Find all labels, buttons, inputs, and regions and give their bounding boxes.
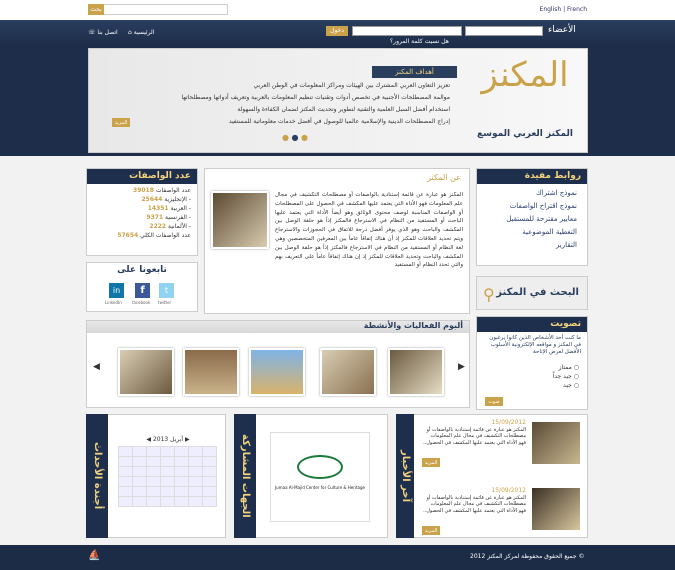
password-input[interactable] [352,26,462,36]
stats-title: عدد الواصفات [87,169,197,184]
gallery-thumb[interactable] [118,348,174,396]
stat-row: - الفرنسية 9371 [146,214,191,221]
site-search-button[interactable]: بحث [88,4,104,15]
slider-dots[interactable]: ● ● ● [282,133,308,142]
home-icon: ⌂ [128,29,132,36]
logo-subtitle: المكنز العربي الموسع [476,129,574,139]
poll-vote-button[interactable]: صوت [485,397,503,406]
gallery-thumb[interactable] [388,348,444,396]
calendar-header: ◀ أبريل 2013 ▶ [146,436,190,443]
goal-item: تعزيز التعاون العربي المشترك بين الهيئات… [253,82,451,89]
linkedin-label: LinkedIn [105,300,122,305]
goal-item: إدراج المصطلحات الدينية والإسلامية عالمي… [228,118,450,125]
twitter-icon[interactable]: t [159,283,174,298]
linkedin-icon[interactable]: in [109,283,124,298]
news-image[interactable] [532,488,580,530]
links-title: روابط مفيدة [477,169,587,184]
about-text: المكنز هو عبارة عن قائمة إستنادية بالواص… [275,192,463,269]
lang-french[interactable]: French [567,6,587,13]
about-book-image [211,191,269,249]
poll-title: تصويت [477,317,587,332]
gallery-prev-arrow[interactable]: ◀ [93,362,100,372]
poll-option[interactable]: ○ ممتاز [485,363,579,372]
about-panel: عن المكنز المكنز هو عبارة عن قائمة إستنا… [204,168,470,314]
about-title: عن المكنز [427,173,461,182]
stat-row: عدد الواصفات 39018 [133,187,191,194]
thesaurus-search-title: البحث في المكنز [496,287,579,298]
calendar-grid[interactable] [118,446,217,507]
gallery-title: ألبوم الفعاليات والأنشطة [87,321,469,333]
nav-home[interactable]: ⌂ الرئيسية [128,29,154,36]
link-item[interactable]: التغطية الموضوعية [477,226,577,239]
goals-title: أهداف المكنز [372,66,457,78]
footer-logo-icon: ⛵ [88,550,101,561]
stat-row: - الألمانية 2222 [149,223,191,230]
partners-title: الجهات المشاركة [234,414,256,538]
news-title: آخر الأخبار [396,414,414,538]
login-button[interactable]: دخول [326,26,348,36]
news-more-button[interactable]: المزيد [422,458,440,467]
partner-name: Jumaa Al-Majid Center for Culture & Heri… [275,485,365,490]
link-item[interactable]: معايير مقترحة للمستقبل [477,213,577,226]
search-icon: ⚲ [483,285,495,304]
copyright: جميع الحقوق محفوظة لمركز المكنز 2012 © [470,553,585,560]
cal-prev[interactable]: ◀ [146,436,151,443]
poll-option[interactable]: ○ جيد [485,381,579,390]
link-item[interactable]: نموذج اقتراح الواصفات [477,200,577,213]
language-links: English | French [539,6,587,13]
stat-row: - العربية 14351 [147,205,191,212]
forgot-password-link[interactable]: هل نسيت كلمة المرور؟ [390,38,449,45]
site-search-input[interactable] [88,4,228,15]
goals-more-button[interactable]: المزيد [112,118,130,127]
goals-list: تعزيز التعاون العربي المشترك بين الهيئات… [130,80,460,128]
poll-panel: تصويت ما كنت أحد الأشخاص الذين كانوا يرغ… [476,316,588,410]
poll-option[interactable]: ○ جيد جداً [485,372,579,381]
link-item[interactable]: التقارير [477,239,577,252]
news-more-button[interactable]: المزيد [422,526,440,535]
follow-title: تابعونا على [87,263,197,278]
gallery-next-arrow[interactable]: ▶ [458,362,465,372]
twitter-label: twitter [158,300,172,305]
stat-row: - الإنجليزية 25644 [141,196,192,203]
goal-item: موالمة المصطلحات الأجنبية في تخصص أدوات … [181,94,450,101]
news-image[interactable] [532,422,580,464]
username-input[interactable] [465,26,543,36]
globe-icon [297,455,343,479]
gallery-thumb[interactable] [183,348,239,396]
link-item[interactable]: نموذج اشتراك [477,187,577,200]
stats-panel: عدد الواصفات عدد الواصفات 39018 - الإنجل… [86,168,198,256]
poll-question: ما كنت أحد الأشخاص الذين كانوا يرغبون في… [489,335,581,355]
news-item: 15/09/2012 المكنز هو عبارة عن قائمة إستن… [423,487,526,514]
members-label: الأعضاء [548,25,576,35]
goal-item: استخدام أفضل السبل العلمية والتقنية لتطو… [237,106,450,113]
facebook-label: facebook [132,300,151,305]
gallery-thumb[interactable] [320,348,376,396]
partner-logo[interactable]: Jumaa Al-Majid Center for Culture & Heri… [270,432,370,522]
lang-english[interactable]: English [540,6,562,13]
gallery-thumb[interactable] [249,348,305,396]
facebook-icon[interactable]: f [135,283,150,298]
nav-contact[interactable]: ☏ اتصل بنا [88,29,118,36]
links-panel: روابط مفيدة نموذج اشتراك نموذج اقتراح ال… [476,168,588,266]
calendar-title: أجندة الأحداث [86,414,108,538]
news-item: 15/09/2012 المكنز هو عبارة عن قائمة إستن… [423,419,526,446]
stat-row: عدد الواصفات الكلي 57654 [117,232,191,239]
thesaurus-search-box[interactable]: ⚲ البحث في المكنز [476,276,588,310]
logo-calligraphy: المكنز [481,55,569,95]
follow-panel: تابعونا على in f t LinkedIn facebook twi… [86,262,198,312]
cal-next[interactable]: ▶ [185,436,190,443]
